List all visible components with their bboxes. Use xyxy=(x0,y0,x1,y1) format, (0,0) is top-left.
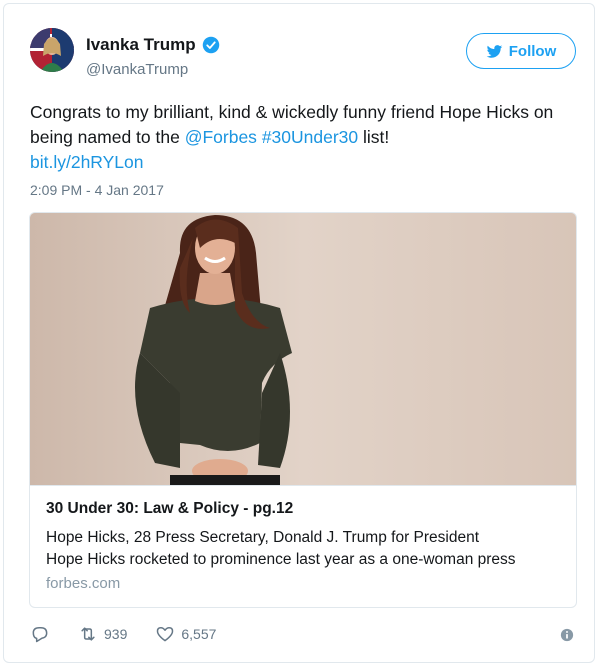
url-link[interactable]: bit.ly/2hRYLon xyxy=(30,152,144,172)
reply-icon xyxy=(32,627,48,643)
card-title[interactable]: 30 Under 30: Law & Policy - pg.12 xyxy=(46,500,293,518)
link-card[interactable]: 30 Under 30: Law & Policy - pg.12 Hope H… xyxy=(29,212,577,608)
avatar-image xyxy=(30,28,74,72)
card-description: Hope Hicks, 28 Press Secretary, Donald J… xyxy=(46,527,566,571)
follow-label: Follow xyxy=(508,42,557,60)
tweet-card: Ivanka Trump @IvankaTrump Follow Congrat… xyxy=(3,3,595,663)
card-domain: forbes.com xyxy=(46,575,121,592)
author-name[interactable]: Ivanka Trump xyxy=(86,35,196,55)
action-bar: 939 6,557 xyxy=(30,624,244,644)
timestamp[interactable]: 2:09 PM - 4 Jan 2017 xyxy=(30,182,164,198)
card-description-line: Hope Hicks, 28 Press Secretary, Donald J… xyxy=(46,529,480,546)
card-body: 30 Under 30: Law & Policy - pg.12 Hope H… xyxy=(30,485,576,607)
card-description-line: Hope Hicks rocketed to prominence last y… xyxy=(46,551,516,568)
avatar[interactable] xyxy=(30,28,74,72)
like-button[interactable]: 6,557 xyxy=(155,624,216,644)
retweet-count: 939 xyxy=(104,626,128,642)
tweet-text: Congrats to my brilliant, kind & wickedl… xyxy=(30,100,578,175)
info-icon[interactable] xyxy=(560,628,574,642)
tweet-text-part2: list! xyxy=(358,127,390,147)
mention-link[interactable]: @Forbes xyxy=(185,127,257,147)
follow-button[interactable]: Follow xyxy=(466,33,576,69)
card-photo xyxy=(30,213,576,485)
verified-badge-icon xyxy=(202,36,219,54)
card-image[interactable] xyxy=(30,213,576,485)
retweet-button[interactable]: 939 xyxy=(78,624,127,644)
retweet-icon xyxy=(81,627,95,641)
heart-icon xyxy=(157,627,174,642)
author-handle[interactable]: @IvankaTrump xyxy=(86,61,188,78)
reply-button[interactable] xyxy=(30,624,50,644)
hashtag-link[interactable]: #30Under30 xyxy=(262,127,358,147)
author-name-row: Ivanka Trump xyxy=(86,35,220,55)
like-count: 6,557 xyxy=(181,626,217,642)
twitter-bird-icon xyxy=(486,44,503,58)
